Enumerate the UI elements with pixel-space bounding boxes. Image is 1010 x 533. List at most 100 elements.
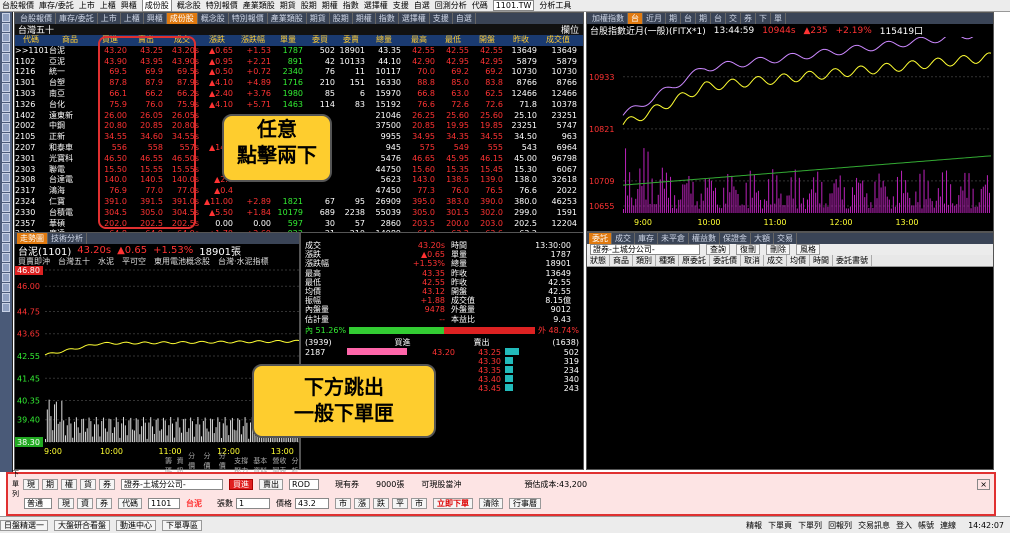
- tab[interactable]: 期: [696, 13, 711, 24]
- column-header[interactable]: 最低: [437, 35, 471, 46]
- column-header[interactable]: 漲跌幅: [235, 35, 273, 46]
- index-chart-svg[interactable]: 10933 10821 10709 10655 9:00 10:00 11:00 12:00 1…: [587, 28, 993, 231]
- menu-item[interactable]: 指數: [343, 0, 359, 11]
- menu-item[interactable]: 特別報價: [206, 0, 238, 11]
- status-item[interactable]: 登入: [896, 520, 912, 531]
- sidebar-tool-icon[interactable]: [2, 73, 10, 82]
- sidebar-tool-icon[interactable]: [2, 123, 10, 132]
- orders-column-header[interactable]: 類別: [633, 255, 656, 266]
- tab[interactable]: 成份股: [166, 13, 198, 24]
- order-kind-select[interactable]: 普通: [24, 497, 52, 509]
- price-shortcut-button[interactable]: 市: [335, 497, 351, 509]
- tab[interactable]: 交易: [774, 233, 797, 244]
- clear-button[interactable]: 清除: [479, 497, 503, 509]
- menu-item[interactable]: 回測分析: [435, 0, 467, 11]
- tab[interactable]: 特別報價: [229, 13, 268, 24]
- tab[interactable]: 選擇權: [399, 13, 430, 24]
- tab[interactable]: 庫存/委託: [56, 13, 98, 24]
- menu-item[interactable]: 選擇權: [364, 0, 388, 11]
- sidebar-tool-icon[interactable]: [2, 133, 10, 142]
- code-label[interactable]: 代碼: [118, 497, 142, 509]
- orders-action-button[interactable]: 風格: [796, 244, 820, 255]
- menu-item[interactable]: 上櫃: [100, 0, 116, 11]
- code-input[interactable]: 1101: [148, 497, 180, 509]
- tab[interactable]: 股期: [330, 13, 353, 24]
- status-item[interactable]: 回報列: [828, 520, 852, 531]
- price-shortcut-button[interactable]: 平: [392, 497, 408, 509]
- column-header[interactable]: 委買: [305, 35, 337, 46]
- column-header[interactable]: 成交值: [539, 35, 579, 46]
- menu-item[interactable]: 上市: [79, 0, 95, 11]
- menu-item[interactable]: 概念股: [177, 0, 201, 11]
- tab[interactable]: 上市: [98, 13, 121, 24]
- close-order-box[interactable]: ×: [977, 478, 990, 490]
- tab[interactable]: 權益數: [689, 233, 720, 244]
- tab[interactable]: 期貨: [307, 13, 330, 24]
- column-header[interactable]: 單量: [273, 35, 305, 46]
- column-header[interactable]: 最高: [403, 35, 437, 46]
- sidebar-tool-icon[interactable]: [2, 93, 10, 102]
- sidebar-tool-icon[interactable]: [2, 153, 10, 162]
- tab[interactable]: 台: [628, 13, 643, 24]
- menu-item[interactable]: 成份股: [141, 0, 172, 12]
- tab[interactable]: 委託: [589, 233, 612, 244]
- sidebar-tool-icon[interactable]: [2, 243, 10, 252]
- tab[interactable]: 未平倉: [658, 233, 689, 244]
- orders-column-header[interactable]: 原委託: [679, 255, 710, 266]
- sidebar-tool-icon[interactable]: [2, 63, 10, 72]
- status-item[interactable]: 連線: [940, 520, 956, 531]
- orders-column-header[interactable]: 委託價: [710, 255, 741, 266]
- order-kind-button[interactable]: 資: [77, 497, 93, 509]
- sidebar-tool-icon[interactable]: [2, 83, 10, 92]
- sidebar-tool-icon[interactable]: [2, 303, 10, 312]
- buy-button[interactable]: 買進: [229, 478, 253, 490]
- tab[interactable]: 期: [666, 13, 681, 24]
- status-tab[interactable]: 日盤精選一: [0, 519, 48, 531]
- sidebar-tool-icon[interactable]: [2, 13, 10, 22]
- tab[interactable]: 成交: [612, 233, 635, 244]
- status-tab[interactable]: 動進中心: [116, 519, 156, 531]
- tab[interactable]: 券: [741, 13, 756, 24]
- column-header[interactable]: 昨收: [505, 35, 539, 46]
- stock-subtab[interactable]: 東用電池概念股: [154, 256, 210, 267]
- analysis-tools-menu[interactable]: 分析工具: [539, 0, 571, 11]
- sidebar-tool-icon[interactable]: [2, 113, 10, 122]
- menu-item[interactable]: 台股報價: [2, 0, 34, 11]
- sidebar-tool-icon[interactable]: [2, 293, 10, 302]
- stock-subtab[interactable]: 台灣·水泥指標: [218, 256, 269, 267]
- tab[interactable]: 指數: [376, 13, 399, 24]
- sidebar-tool-icon[interactable]: [2, 173, 10, 182]
- sidebar-tool-icon[interactable]: [2, 43, 10, 52]
- tab[interactable]: 台: [711, 13, 726, 24]
- stock-subtab[interactable]: 買賣即沖: [18, 256, 50, 267]
- status-tab[interactable]: 下單專區: [162, 519, 202, 531]
- orders-action-button[interactable]: 查詢: [706, 244, 730, 255]
- sidebar-tool-icon[interactable]: [2, 283, 10, 292]
- status-item[interactable]: 下單列: [798, 520, 822, 531]
- orders-column-header[interactable]: 狀態: [587, 255, 610, 266]
- tab[interactable]: 上櫃: [121, 13, 144, 24]
- sidebar-tool-icon[interactable]: [2, 103, 10, 112]
- order-market-tab[interactable]: 券: [99, 478, 115, 490]
- orders-column-header[interactable]: 商品: [610, 255, 633, 266]
- menu-item[interactable]: 自選: [414, 0, 430, 11]
- orders-column-header[interactable]: 委託書號: [833, 255, 872, 266]
- status-item[interactable]: 下單頁: [768, 520, 792, 531]
- orders-action-button[interactable]: 復刪: [736, 244, 760, 255]
- tab[interactable]: 台: [681, 13, 696, 24]
- column-header[interactable]: 總量: [367, 35, 403, 46]
- code-input[interactable]: 1101.TW: [492, 0, 535, 11]
- column-header[interactable]: 商品: [49, 35, 93, 46]
- menu-item[interactable]: 支援: [393, 0, 409, 11]
- sidebar-tool-icon[interactable]: [2, 253, 10, 262]
- menu-item[interactable]: 產業類股: [243, 0, 275, 11]
- status-item[interactable]: 交易訊息: [858, 520, 890, 531]
- tab[interactable]: 單: [771, 13, 786, 24]
- sidebar-tool-icon[interactable]: [2, 233, 10, 242]
- menu-item[interactable]: 興櫃: [121, 0, 137, 11]
- column-header[interactable]: 漲跌: [201, 35, 235, 46]
- sidebar-tool-icon[interactable]: [2, 23, 10, 32]
- menu-item[interactable]: 庫存/委託: [39, 0, 74, 11]
- orders-column-header[interactable]: 種類: [656, 255, 679, 266]
- price-input[interactable]: 43.2: [295, 497, 329, 509]
